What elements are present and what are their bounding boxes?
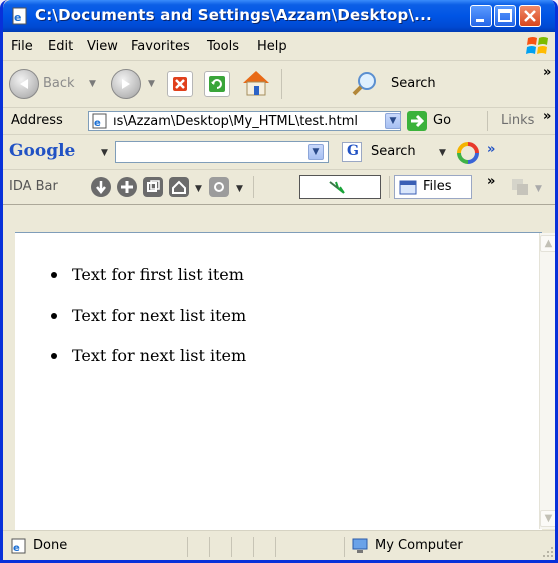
svg-text:e: e bbox=[13, 543, 20, 554]
google-search-button[interactable]: Search bbox=[371, 144, 416, 159]
google-input-dropdown-icon[interactable]: ▼ bbox=[308, 144, 324, 160]
back-label[interactable]: Back bbox=[43, 76, 75, 91]
stop-button[interactable] bbox=[167, 71, 193, 97]
menu-tools[interactable]: Tools bbox=[207, 39, 239, 54]
translate-icon[interactable] bbox=[511, 178, 529, 196]
ida-windows-icon[interactable] bbox=[143, 177, 163, 197]
list-item: Text for next list item bbox=[51, 306, 246, 325]
ida-home-dropdown-icon[interactable]: ▼ bbox=[195, 184, 202, 194]
google-pagerank-icon[interactable] bbox=[457, 142, 479, 164]
files-button[interactable]: Files bbox=[394, 175, 472, 199]
back-button[interactable] bbox=[9, 69, 39, 99]
ida-settings-icon[interactable] bbox=[209, 177, 229, 197]
menu-help[interactable]: Help bbox=[257, 39, 287, 54]
links-chevron-icon[interactable]: » bbox=[543, 109, 551, 124]
address-input[interactable]: e ıs\Azzam\Desktop\My_HTML\test.html bbox=[88, 111, 401, 131]
bullet-icon bbox=[51, 353, 57, 359]
ida-separator bbox=[253, 176, 254, 198]
ida-separator-2 bbox=[389, 176, 390, 198]
svg-text:e: e bbox=[94, 118, 101, 129]
google-logo[interactable]: Google bbox=[9, 141, 75, 161]
toolbar-more-chevron-icon[interactable]: » bbox=[543, 65, 551, 80]
page-icon: e bbox=[92, 113, 108, 129]
files-label: Files bbox=[423, 179, 452, 194]
standard-toolbar: Back ▼ ▼ Search » bbox=[3, 61, 555, 108]
ida-home-icon[interactable] bbox=[169, 177, 189, 197]
google-more-chevron-icon[interactable]: » bbox=[487, 142, 495, 157]
ida-toolbar: IDA Bar ▼ ▼ Files » ▼ bbox=[3, 170, 555, 205]
scroll-up-button[interactable]: ▲ bbox=[540, 235, 555, 252]
google-menu-dropdown-icon[interactable]: ▼ bbox=[101, 148, 108, 158]
address-label: Address bbox=[11, 113, 63, 128]
status-separator bbox=[253, 537, 254, 557]
menu-bar: File Edit View Favorites Tools Help bbox=[3, 32, 555, 61]
search-button-label[interactable]: Search bbox=[391, 76, 436, 91]
svg-text:e: e bbox=[14, 11, 21, 24]
minimize-button[interactable] bbox=[470, 5, 492, 27]
forward-button[interactable] bbox=[111, 69, 141, 99]
back-dropdown-icon[interactable]: ▼ bbox=[89, 79, 96, 89]
vertical-scrollbar[interactable]: ▲ ▼ bbox=[539, 233, 555, 529]
ida-add-icon[interactable] bbox=[117, 177, 137, 197]
address-bar: Address e ıs\Azzam\Desktop\My_HTML\test.… bbox=[3, 108, 555, 135]
status-separator bbox=[187, 537, 188, 557]
refresh-button[interactable] bbox=[204, 71, 230, 97]
search-icon[interactable] bbox=[351, 69, 379, 97]
status-separator bbox=[231, 537, 232, 557]
zone-label: My Computer bbox=[375, 538, 463, 553]
ida-settings-dropdown-icon[interactable]: ▼ bbox=[236, 184, 243, 194]
menu-edit[interactable]: Edit bbox=[48, 39, 73, 54]
go-button[interactable]: Go bbox=[433, 113, 451, 128]
address-value: ıs\Azzam\Desktop\My_HTML\test.html bbox=[113, 114, 358, 129]
ida-progress-box[interactable] bbox=[299, 175, 381, 199]
go-arrow-icon[interactable] bbox=[407, 111, 427, 131]
windows-logo-icon bbox=[525, 35, 551, 57]
menu-favorites[interactable]: Favorites bbox=[131, 39, 190, 54]
maximize-button[interactable] bbox=[494, 5, 516, 27]
title-bar[interactable]: e C:\Documents and Settings\Azzam\Deskto… bbox=[3, 0, 555, 32]
google-g-icon[interactable]: G bbox=[342, 142, 362, 162]
address-separator bbox=[487, 111, 488, 131]
scroll-down-button[interactable]: ▼ bbox=[540, 510, 555, 527]
resize-grip-icon[interactable] bbox=[541, 545, 555, 559]
list-item: Text for next list item bbox=[51, 346, 246, 365]
browser-window: e C:\Documents and Settings\Azzam\Deskto… bbox=[0, 0, 558, 563]
status-bar: e Done My Computer bbox=[3, 530, 555, 560]
menu-view[interactable]: View bbox=[87, 39, 118, 54]
google-toolbar: Google ▼ ▼ G Search ▼ » bbox=[3, 135, 555, 170]
address-dropdown-icon[interactable]: ▼ bbox=[385, 113, 401, 129]
status-separator bbox=[209, 537, 210, 557]
my-computer-icon bbox=[351, 538, 369, 554]
menu-file[interactable]: File bbox=[11, 39, 33, 54]
status-separator bbox=[344, 537, 345, 557]
ida-download-icon[interactable] bbox=[91, 177, 111, 197]
bullet-icon bbox=[51, 272, 57, 278]
google-search-input[interactable] bbox=[115, 141, 329, 163]
home-button[interactable] bbox=[240, 67, 272, 99]
status-text: Done bbox=[33, 538, 68, 553]
translate-dropdown-icon[interactable]: ▼ bbox=[535, 184, 542, 194]
links-label[interactable]: Links bbox=[501, 113, 534, 128]
window-title: C:\Documents and Settings\Azzam\Desktop\… bbox=[35, 6, 432, 24]
ida-more-chevron-icon[interactable]: » bbox=[487, 174, 495, 189]
forward-dropdown-icon[interactable]: ▼ bbox=[148, 79, 155, 89]
list-item: Text for first list item bbox=[51, 265, 244, 284]
google-search-dropdown-icon[interactable]: ▼ bbox=[439, 148, 446, 158]
toolbar-separator bbox=[281, 69, 282, 99]
page-status-icon: e bbox=[11, 538, 27, 554]
close-button[interactable] bbox=[519, 5, 541, 27]
ida-bar-label: IDA Bar bbox=[9, 179, 58, 194]
bullet-icon bbox=[51, 313, 57, 319]
status-separator bbox=[275, 537, 276, 557]
ie-page-icon: e bbox=[11, 7, 29, 25]
